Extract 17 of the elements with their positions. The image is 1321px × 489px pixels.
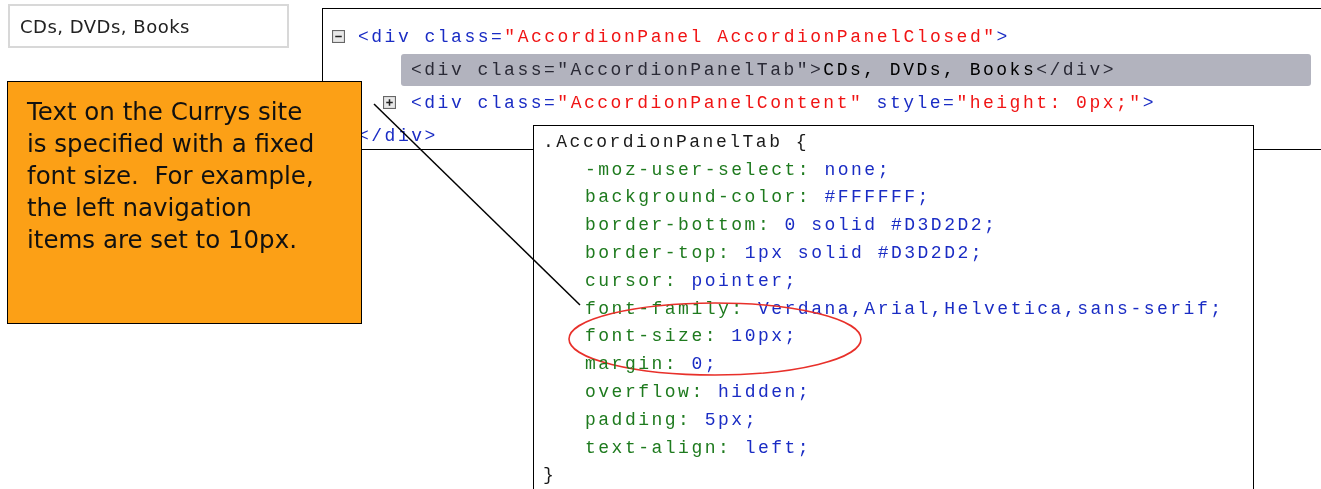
code-line: cursor: pointer; [585,269,798,292]
code-line: } [543,464,557,487]
code-line: border-top: 1px solid #D3D2D2; [585,242,985,265]
minus-box-icon[interactable] [332,30,345,43]
callout-note: Text on the Currys site is specified with a fixed font size. For example, the left navigation items are set to 10px. [7,81,362,324]
code-line: overflow: hidden; [585,381,812,404]
code-line: border-bottom: 0 solid #D3D2D2; [585,214,998,237]
code-line: <div class="AccordionPanel AccordionPanelClosed"> [358,25,1010,48]
code-line: text-align: left; [585,436,812,459]
code-line: -moz-user-select: none; [585,158,891,181]
code-line: font-size: 10px; [585,325,798,348]
plus-box-icon[interactable] [383,96,396,109]
code-line: <div class="AccordionPanelContent" style="height: 0px;"> [411,91,1156,114]
code-line: .AccordionPanelTab { [543,130,810,153]
nav-item[interactable]: CDs, DVDs, Books [8,4,289,48]
code-line: padding: 5px; [585,408,758,431]
code-line: background-color: #FFFFFF; [585,186,931,209]
